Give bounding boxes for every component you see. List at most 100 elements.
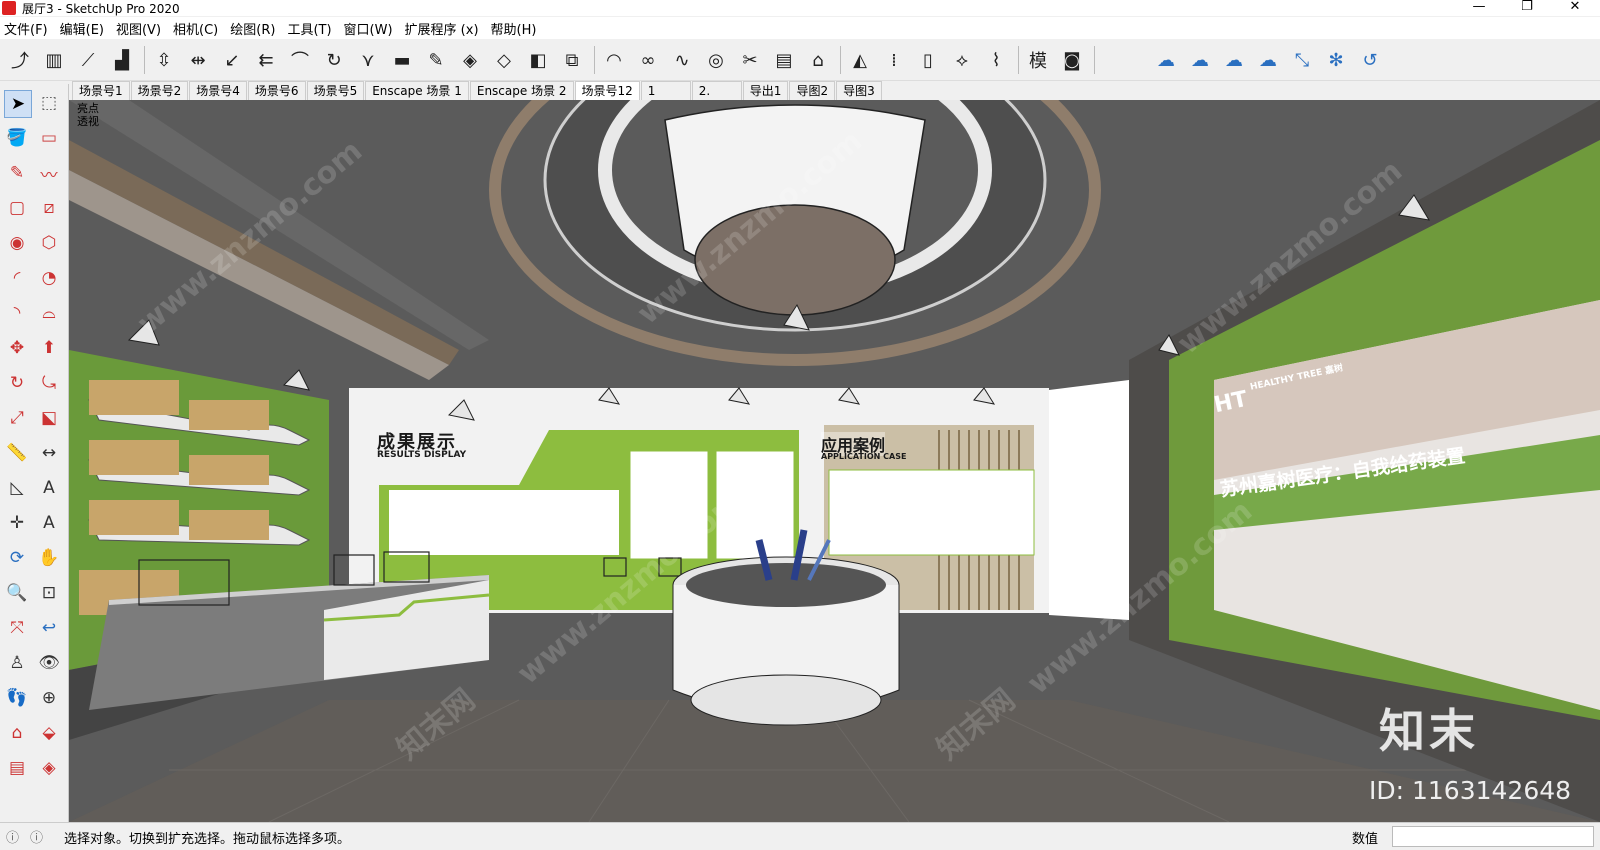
- offset-icon[interactable]: ⬕: [36, 405, 62, 431]
- circle-icon[interactable]: ◉: [4, 230, 30, 256]
- menu-extensions[interactable]: 扩展程序 (x): [405, 19, 479, 38]
- slab-icon[interactable]: ▬: [388, 46, 416, 74]
- arc3-icon[interactable]: ◝: [4, 300, 30, 326]
- columns-icon[interactable]: ▥: [40, 46, 68, 74]
- scene-tab[interactable]: 2.: [691, 81, 742, 100]
- refresh-check-icon[interactable]: ↺: [1356, 46, 1384, 74]
- piano-icon[interactable]: ▤: [770, 46, 798, 74]
- pan-icon[interactable]: ✋: [36, 545, 62, 571]
- follow-me-icon[interactable]: ⤿: [36, 370, 62, 396]
- component-icon[interactable]: ⬚: [36, 90, 62, 116]
- menu-window[interactable]: 窗口(W): [344, 19, 393, 38]
- polygon-icon[interactable]: ⬡: [36, 230, 62, 256]
- menu-help[interactable]: 帮助(H): [491, 19, 537, 38]
- scene-tab-active[interactable]: 场景号12: [574, 81, 640, 100]
- arc-icon[interactable]: ◠: [600, 46, 628, 74]
- pie-icon[interactable]: ◔: [36, 265, 62, 291]
- model-icon[interactable]: 模: [1024, 46, 1052, 74]
- bar-steps-icon[interactable]: ▟: [108, 46, 136, 74]
- cloud-list-icon[interactable]: ☁: [1254, 46, 1282, 74]
- measurements-input[interactable]: [1392, 826, 1594, 847]
- extension-icon[interactable]: ⬙: [36, 720, 62, 746]
- grid-diamond-icon[interactable]: ◈: [456, 46, 484, 74]
- weld-icon[interactable]: ⇳: [150, 46, 178, 74]
- zoom-icon[interactable]: 🔍: [4, 580, 30, 606]
- arc-icon[interactable]: ◜: [4, 265, 30, 291]
- layout-icon[interactable]: ▤: [4, 755, 30, 781]
- scene-tab[interactable]: 场景号1: [72, 81, 130, 100]
- menu-camera[interactable]: 相机(C): [173, 19, 218, 38]
- previous-view-icon[interactable]: ↩: [36, 615, 62, 641]
- dimension-icon[interactable]: ↔: [36, 440, 62, 466]
- scene-tab[interactable]: 场景号6: [247, 81, 306, 100]
- cloud-link-icon[interactable]: ☁: [1152, 46, 1180, 74]
- orbit-icon[interactable]: ⟳: [4, 545, 30, 571]
- layer-icon[interactable]: ⧉: [558, 46, 586, 74]
- mirror-icon[interactable]: ◭: [846, 46, 874, 74]
- menu-edit[interactable]: 编辑(E): [60, 19, 104, 38]
- scene-tab[interactable]: 导图3: [836, 81, 882, 100]
- stair-icon[interactable]: ⟋: [74, 46, 102, 74]
- zoom-window-icon[interactable]: ⊡: [36, 580, 62, 606]
- menu-file[interactable]: 文件(F): [4, 19, 48, 38]
- zoom-extents-icon[interactable]: ⤧: [4, 615, 30, 641]
- door-icon[interactable]: ▯: [914, 46, 942, 74]
- position-camera-icon[interactable]: ♙: [4, 650, 30, 676]
- pen-icon[interactable]: ✎: [422, 46, 450, 74]
- eraser-icon[interactable]: ▭: [36, 125, 62, 151]
- axes-icon[interactable]: ✛: [4, 510, 30, 536]
- protractor-icon[interactable]: ◺: [4, 475, 30, 501]
- multi-arrow-icon[interactable]: ⇇: [252, 46, 280, 74]
- look-around-icon[interactable]: 👁: [36, 650, 62, 676]
- scale-icon[interactable]: ⤢: [4, 405, 30, 431]
- style-icon[interactable]: ◈: [36, 755, 62, 781]
- follow-me-icon[interactable]: ⤴: [6, 46, 34, 74]
- model-viewport[interactable]: 亮点 透视 成果展示 RESULTS DISPLAY 应用案例 APPLICAT…: [69, 100, 1600, 822]
- arrow-curve-icon[interactable]: ↙: [218, 46, 246, 74]
- rectangle-icon[interactable]: ▢: [4, 195, 30, 221]
- push-pull-icon[interactable]: ⬆: [36, 335, 62, 361]
- select-icon[interactable]: ➤: [4, 90, 32, 118]
- box-3d-icon[interactable]: ◧: [524, 46, 552, 74]
- 3d-text-icon[interactable]: A: [36, 510, 62, 536]
- tape-measure-icon[interactable]: 📏: [4, 440, 30, 466]
- cut-icon[interactable]: ✂: [736, 46, 764, 74]
- compass-icon[interactable]: ⟡: [948, 46, 976, 74]
- grid-diamond2-icon[interactable]: ◇: [490, 46, 518, 74]
- cloud-share-icon[interactable]: ☁: [1186, 46, 1214, 74]
- arch-icon[interactable]: ⌒: [286, 46, 314, 74]
- scene-tab[interactable]: 导出1: [742, 81, 789, 100]
- help-icon[interactable]: ⓘ: [30, 827, 43, 846]
- scene-tab[interactable]: 场景号5: [306, 81, 365, 100]
- two-point-arc-icon[interactable]: ⌓: [36, 300, 62, 326]
- temple-icon[interactable]: ⌂: [804, 46, 832, 74]
- menu-tools[interactable]: 工具(T): [287, 19, 331, 38]
- scene-tab[interactable]: 1: [640, 81, 691, 100]
- scene-tab[interactable]: 导图2: [789, 81, 836, 100]
- rotate-icon[interactable]: ↻: [4, 370, 30, 396]
- resize-icon[interactable]: ⤡: [1288, 46, 1316, 74]
- cloud-check-icon[interactable]: ☁: [1220, 46, 1248, 74]
- menu-draw[interactable]: 绘图(R): [230, 19, 275, 38]
- info-icon[interactable]: ⓘ: [6, 827, 19, 846]
- walk-icon[interactable]: 👣: [4, 685, 30, 711]
- scene-tab[interactable]: 场景号4: [189, 81, 247, 100]
- menu-view[interactable]: 视图(V): [116, 19, 161, 38]
- freehand-icon[interactable]: 〰: [36, 160, 62, 186]
- chain-icon[interactable]: ∞: [634, 46, 662, 74]
- brush-icon[interactable]: ⌇: [982, 46, 1010, 74]
- scene-tab[interactable]: Enscape 场景 2: [469, 81, 574, 100]
- paint-bucket-icon[interactable]: 🪣: [4, 125, 30, 151]
- rotate-icon[interactable]: ↻: [320, 46, 348, 74]
- minimize-button[interactable]: —: [1456, 0, 1502, 16]
- spiral-icon[interactable]: ◎: [702, 46, 730, 74]
- scene-tab[interactable]: Enscape 场景 1: [365, 81, 469, 100]
- align-icon[interactable]: ⇹: [184, 46, 212, 74]
- close-button[interactable]: ✕: [1552, 0, 1598, 16]
- branch-icon[interactable]: ⋎: [354, 46, 382, 74]
- camera-box-icon[interactable]: ◙: [1058, 46, 1086, 74]
- section-plane-icon[interactable]: ⊕: [36, 685, 62, 711]
- pencil-icon[interactable]: ✎: [4, 160, 30, 186]
- move-icon[interactable]: ✥: [4, 335, 30, 361]
- text-icon[interactable]: A: [36, 475, 62, 501]
